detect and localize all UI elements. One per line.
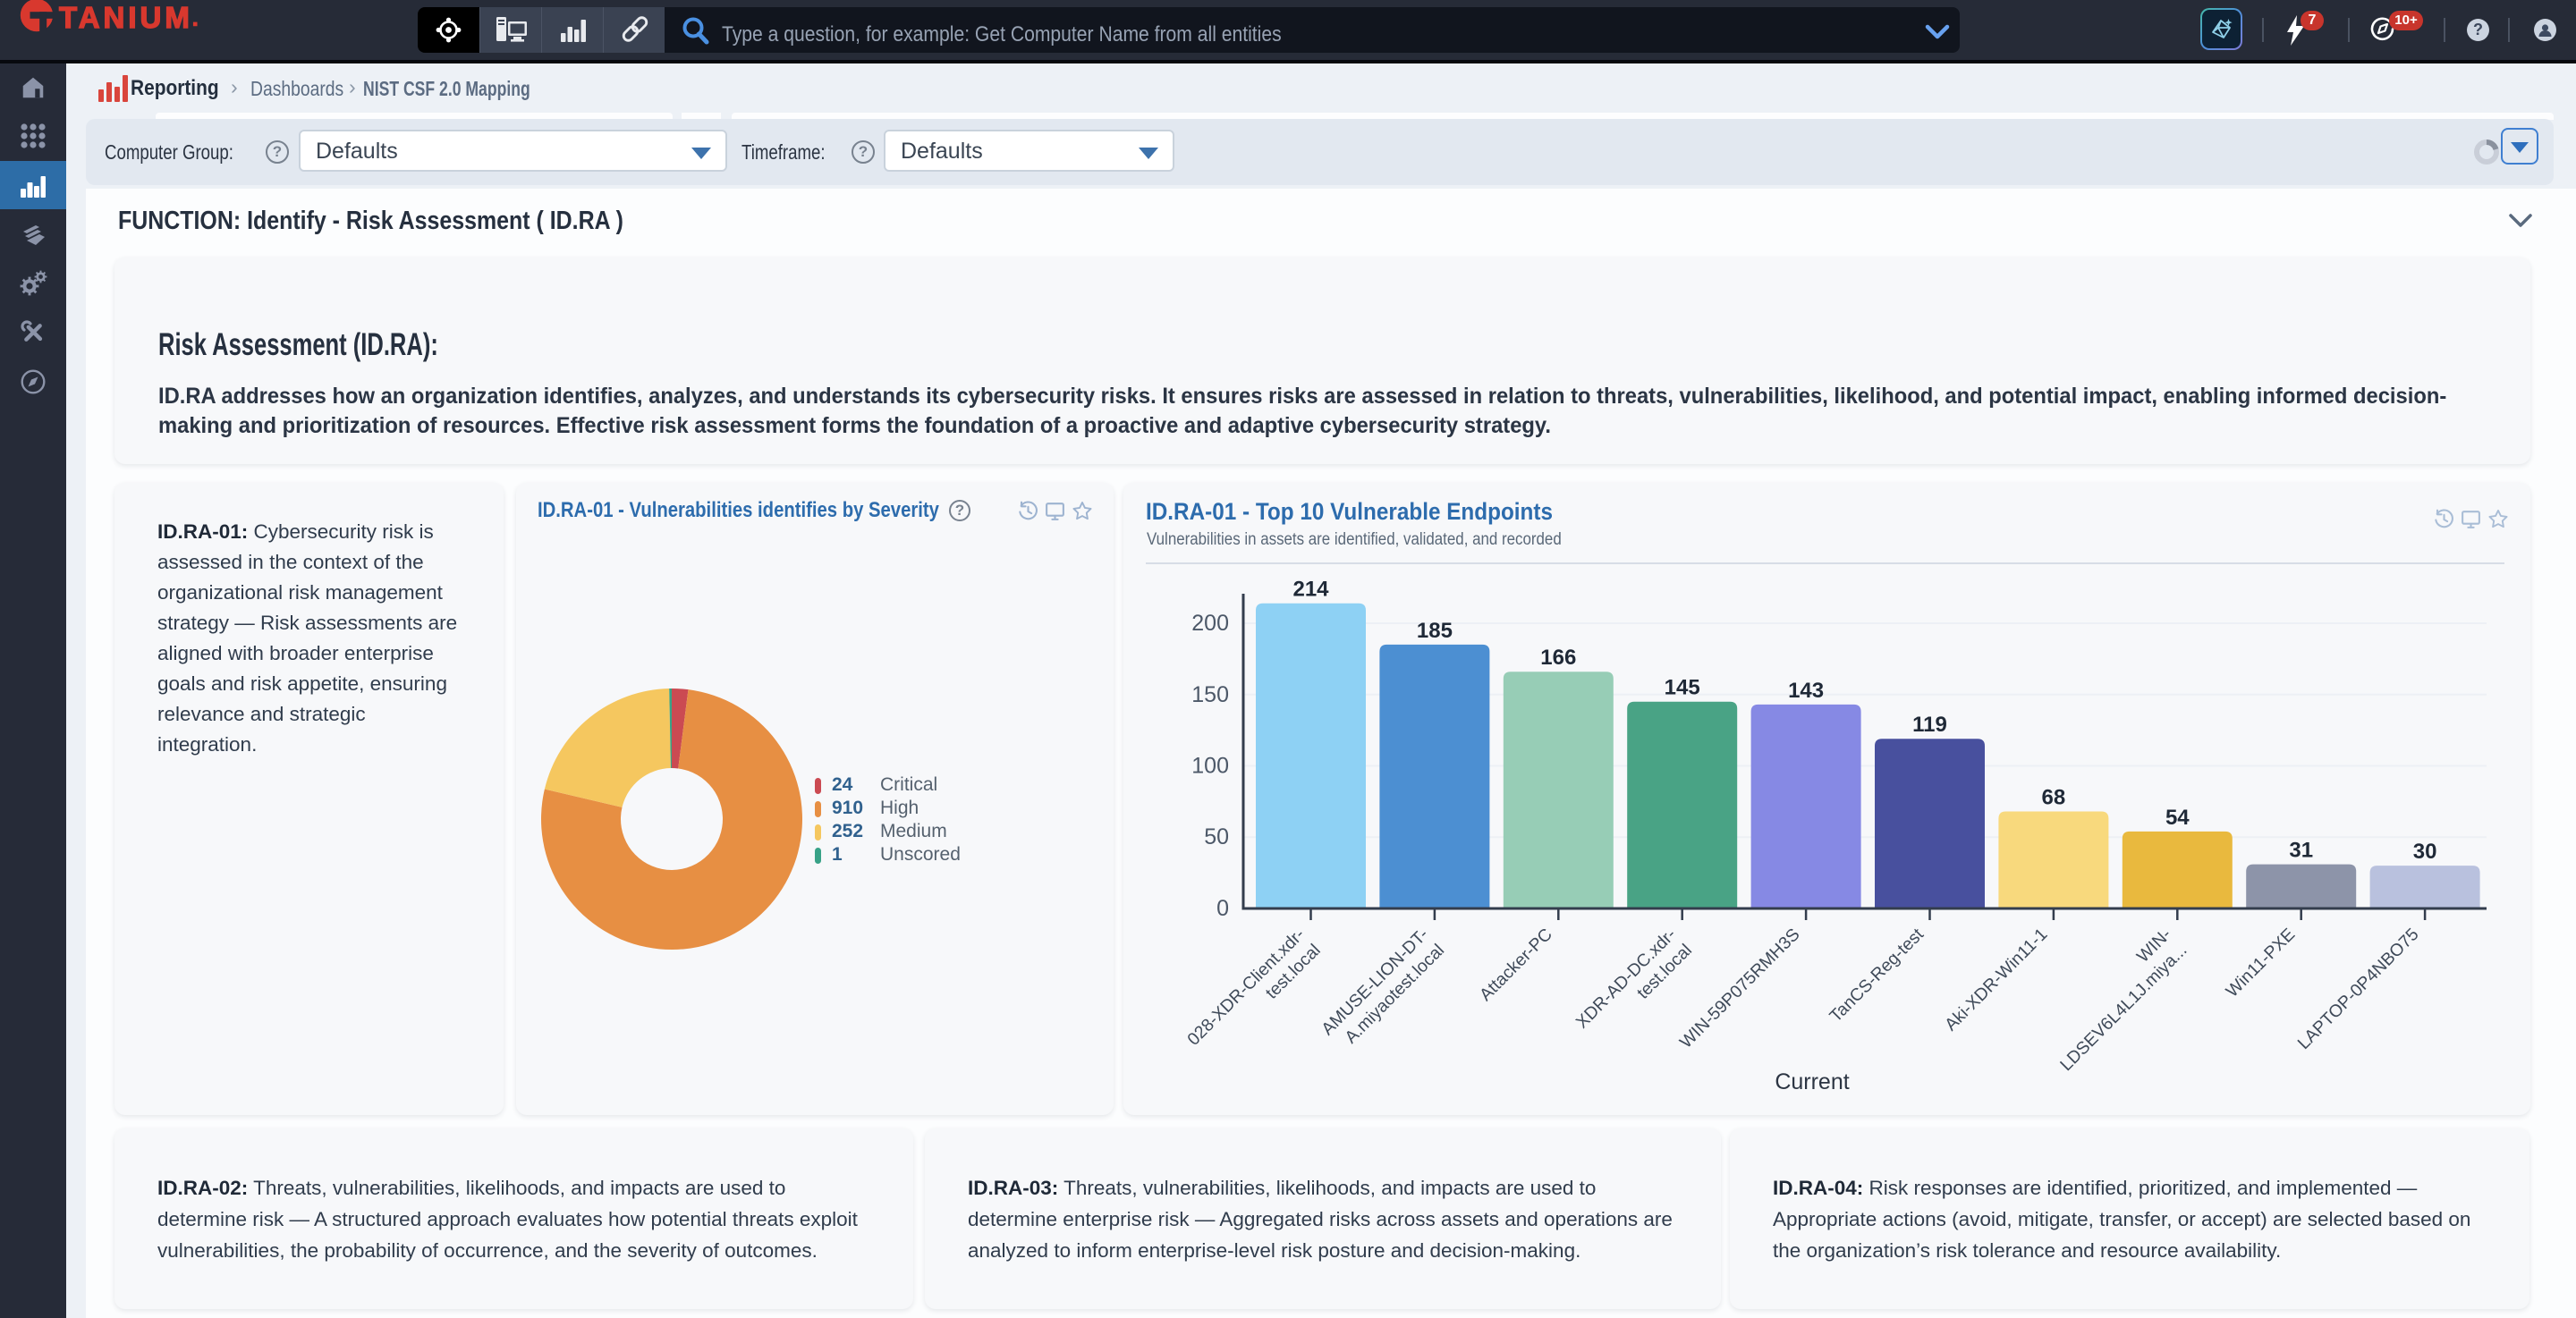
- svg-text:Aki-XDR-Win11-1: Aki-XDR-Win11-1: [1941, 925, 2051, 1035]
- svg-text:Attacker-PC: Attacker-PC: [1476, 925, 1556, 1005]
- svg-text:028-XDR-Client.xdr-test.local: 028-XDR-Client.xdr-test.local: [1183, 925, 1324, 1065]
- svg-text:31: 31: [2289, 839, 2313, 863]
- svg-text:50: 50: [1204, 824, 1229, 849]
- svg-text:200: 200: [1191, 611, 1229, 636]
- svg-text:AMUSE-LION-DT-A.miyaotest.loca: AMUSE-LION-DT-A.miyaotest.local: [1318, 925, 1448, 1055]
- svg-text:LAPTOP-0P4NBO75: LAPTOP-0P4NBO75: [2294, 925, 2423, 1053]
- svg-text:100: 100: [1191, 754, 1229, 779]
- svg-text:68: 68: [2042, 786, 2066, 810]
- svg-text:145: 145: [1665, 676, 1700, 700]
- svg-text:54: 54: [2165, 806, 2190, 830]
- svg-text:TanCS-Reg-test: TanCS-Reg-test: [1826, 925, 1928, 1027]
- svg-text:166: 166: [1540, 646, 1576, 670]
- svg-text:119: 119: [1912, 713, 1947, 737]
- svg-text:185: 185: [1417, 619, 1453, 643]
- svg-text:Win11-PXE: Win11-PXE: [2222, 925, 2299, 1001]
- svg-text:143: 143: [1788, 679, 1824, 703]
- svg-text:WIN-59P075RMH3S: WIN-59P075RMH3S: [1676, 925, 1804, 1052]
- svg-text:0: 0: [1216, 896, 1229, 921]
- svg-text:XDR-AD-DC.xdr-test.local: XDR-AD-DC.xdr-test.local: [1572, 925, 1696, 1048]
- svg-text:150: 150: [1191, 682, 1229, 707]
- svg-text:Current: Current: [1775, 1069, 1849, 1094]
- svg-text:214: 214: [1292, 578, 1329, 602]
- svg-text:WIN-LDSEV6L4L1J.miya...: WIN-LDSEV6L4L1J.miya...: [2040, 925, 2190, 1075]
- svg-text:30: 30: [2413, 840, 2437, 864]
